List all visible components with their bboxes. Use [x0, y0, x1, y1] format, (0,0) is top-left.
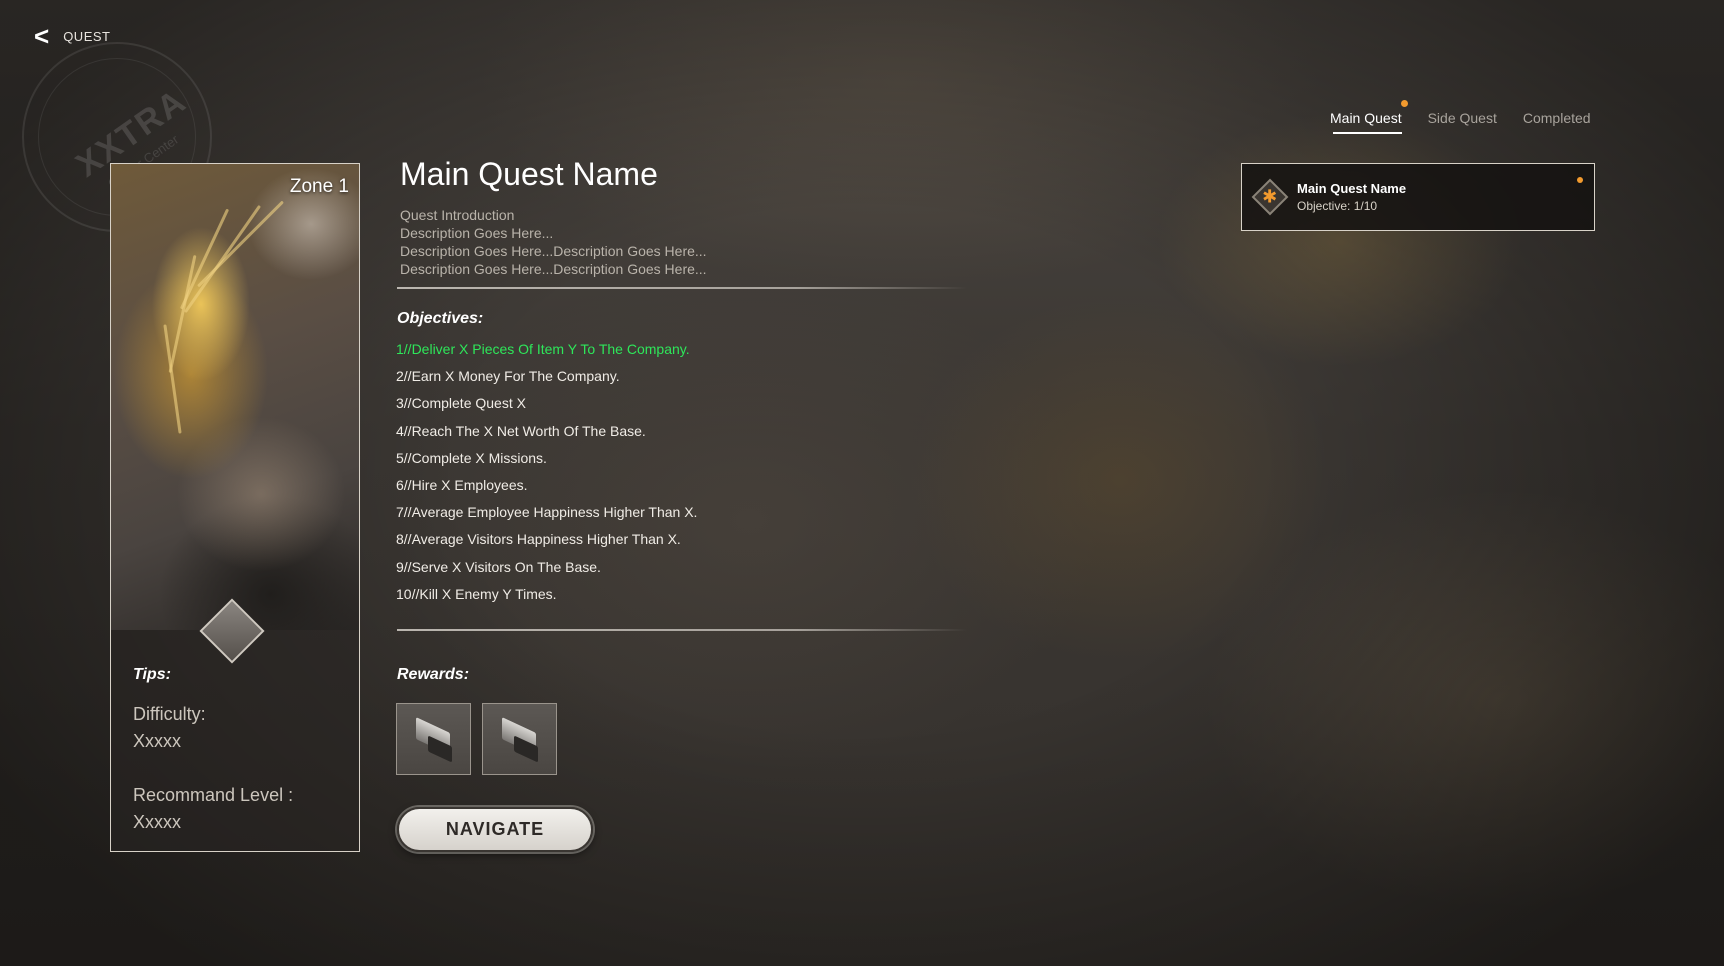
level-label: Recommand Level : — [133, 785, 294, 805]
back-label: QUEST — [63, 28, 111, 44]
tab-label: Side Quest — [1427, 110, 1497, 126]
quest-tabs: Main Quest Side Quest Completed — [1330, 100, 1591, 134]
quest-list-item[interactable]: ✱ Main Quest Name Objective: 1/10 — [1241, 163, 1595, 231]
quest-list-title: Main Quest Name — [1297, 181, 1407, 196]
tab-main-quest[interactable]: Main Quest — [1330, 100, 1408, 134]
objective-item: 2//Earn X Money For The Company. — [396, 368, 620, 385]
objective-item: 8//Average Visitors Happiness Higher Tha… — [396, 531, 681, 548]
objective-item: 7//Average Employee Happiness Higher Tha… — [396, 504, 698, 521]
objectives-list: 1//Deliver X Pieces Of Item Y To The Com… — [396, 340, 697, 612]
intro-line: Description Goes Here... — [400, 225, 554, 241]
tips-title: Tips: — [133, 666, 171, 683]
objective-item: 4//Reach The X Net Worth Of The Base. — [396, 422, 646, 439]
reward-slot[interactable] — [482, 703, 557, 775]
divider — [397, 629, 967, 631]
divider — [397, 287, 967, 289]
metal-bar-icon — [498, 717, 542, 763]
quest-introduction: Quest Introduction Description Goes Here… — [400, 206, 707, 278]
objective-item: 9//Serve X Visitors On The Base. — [396, 558, 601, 575]
chevron-left-icon: < — [34, 21, 50, 51]
objective-item: 3//Complete Quest X — [396, 395, 526, 412]
notification-dot — [1577, 177, 1583, 183]
tab-side-quest[interactable]: Side Quest — [1428, 110, 1497, 132]
difficulty-value: Xxxxx — [133, 731, 182, 751]
asterisk-diamond-icon: ✱ — [1251, 178, 1289, 216]
quest-title: Main Quest Name — [400, 156, 658, 192]
zone-label: Zone 1 — [289, 176, 349, 197]
tab-completed[interactable]: Completed — [1523, 110, 1591, 132]
zone-artwork: Zone 1 — [111, 164, 359, 630]
navigate-button[interactable]: NAVIGATE — [397, 807, 593, 852]
intro-line: Description Goes Here...Description Goes… — [400, 261, 707, 277]
rewards-list — [396, 703, 557, 775]
objective-item: 10//Kill X Enemy Y Times. — [396, 585, 557, 602]
reward-slot[interactable] — [396, 703, 471, 775]
objective-item: 6//Hire X Employees. — [396, 476, 528, 493]
metal-bar-icon — [412, 717, 456, 763]
objective-item: 5//Complete X Missions. — [396, 449, 547, 466]
intro-line: Description Goes Here...Description Goes… — [400, 243, 707, 259]
notification-dot — [1400, 100, 1408, 107]
intro-line: Quest Introduction — [400, 207, 515, 223]
back-button[interactable]: < QUEST — [34, 21, 111, 51]
zone-card: Zone 1 Tips: Difficulty: Xxxxx Recommand… — [110, 163, 360, 852]
tab-label: Main Quest — [1330, 110, 1402, 126]
level-value: Xxxxx — [133, 812, 182, 832]
rewards-title: Rewards: — [397, 666, 470, 683]
quest-list-objective: Objective: 1/10 — [1297, 199, 1378, 213]
objectives-title: Objectives: — [397, 310, 484, 327]
difficulty-label: Difficulty: — [133, 704, 206, 724]
objective-item: 1//Deliver X Pieces Of Item Y To The Com… — [396, 341, 690, 357]
tab-label: Completed — [1522, 110, 1591, 126]
